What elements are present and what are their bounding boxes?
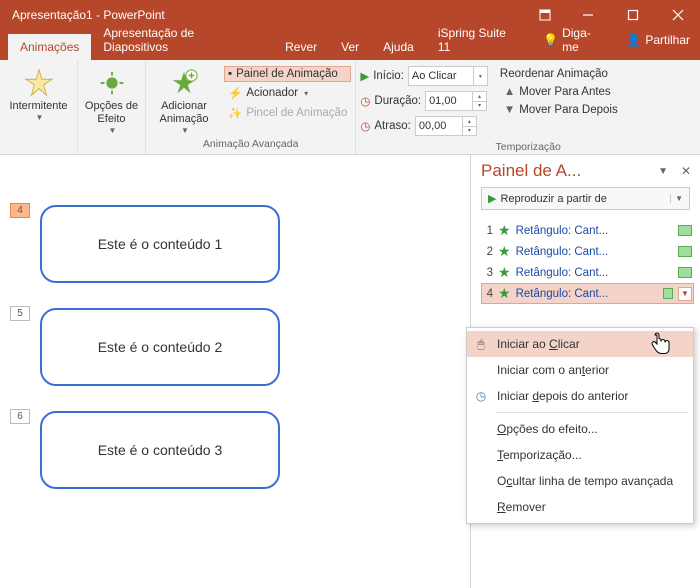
pane-menu[interactable]: ▼ <box>658 166 668 177</box>
content-box-1[interactable]: Este é o conteúdo 1 <box>40 205 280 283</box>
tab-ajuda[interactable]: Ajuda <box>371 34 426 60</box>
animation-item[interactable]: 2 ★ Retângulo: Cant... <box>481 241 694 262</box>
tab-ver[interactable]: Ver <box>329 34 371 60</box>
duration-label: Duração: <box>374 95 421 107</box>
effect-intermitente[interactable]: Intermitente ▼ <box>5 62 73 123</box>
animation-list: 1 ★ Retângulo: Cant... 2 ★ Retângulo: Ca… <box>477 220 694 304</box>
menu-hide-timeline[interactable]: Ocultar linha de tempo avançada <box>467 468 693 494</box>
move-before[interactable]: ▲ Mover Para Antes <box>500 84 622 100</box>
start-dropdown[interactable]: Ao Clicar ▾ <box>408 66 488 86</box>
star-icon: ★ <box>498 264 511 281</box>
animation-pane-button[interactable]: ▪ Painel de Animação <box>224 66 351 82</box>
bulb-icon: 💡 <box>543 33 558 47</box>
animation-item[interactable]: 1 ★ Retângulo: Cant... <box>481 220 694 241</box>
item-dropdown[interactable]: ▼ <box>678 287 692 301</box>
clock-icon: ◷ <box>360 119 370 133</box>
slide-canvas[interactable]: 4 Este é o conteúdo 1 5 Este é o conteúd… <box>0 155 470 588</box>
menu-separator <box>495 412 689 413</box>
chevron-down-icon: ▾ <box>304 89 308 98</box>
clock-icon: ◷ <box>360 94 370 108</box>
star-icon: ★ <box>498 285 511 302</box>
animation-order-badge[interactable]: 5 <box>10 306 30 321</box>
star-icon: ★ <box>498 243 511 260</box>
share-button[interactable]: 👤 Partilhar <box>616 20 700 60</box>
close-pane-button[interactable]: ✕ <box>678 164 694 178</box>
tab-animacoes[interactable]: Animações <box>8 34 91 60</box>
duration-bar <box>663 288 673 299</box>
star-icon <box>24 66 54 100</box>
content-box-2[interactable]: Este é o conteúdo 2 <box>40 308 280 386</box>
play-from-button[interactable]: ▶ Reproduzir a partir de ▼ <box>481 187 690 210</box>
context-menu: 🖱 Iniciar ao Clicar Iniciar com o anteri… <box>466 327 694 524</box>
delay-label: Atraso: <box>374 120 410 132</box>
chevron-down-icon[interactable]: ▼ <box>670 194 683 203</box>
add-animation-icon <box>169 66 199 100</box>
clock-icon: ◷ <box>473 389 489 403</box>
trigger-icon: ⚡ <box>228 86 242 100</box>
move-after[interactable]: ▼ Mover Para Depois <box>500 102 622 118</box>
mouse-icon: 🖱 <box>473 337 489 352</box>
star-icon: ★ <box>498 222 511 239</box>
tab-apresentacao[interactable]: Apresentação de Diapositivos <box>91 20 273 60</box>
share-icon: 👤 <box>626 33 641 47</box>
menu-timing[interactable]: Temporização... <box>467 442 693 468</box>
tab-rever[interactable]: Rever <box>273 34 329 60</box>
tell-me[interactable]: 💡 Diga-me <box>533 20 616 60</box>
duration-input[interactable]: 01,00 ▴▾ <box>425 91 487 111</box>
menu-start-after-previous[interactable]: ◷ Iniciar depois do anterior <box>467 383 693 409</box>
animation-item[interactable]: 3 ★ Retângulo: Cant... <box>481 262 694 283</box>
chevron-down-icon: ▼ <box>181 126 189 136</box>
animation-order-badge[interactable]: 4 <box>10 203 30 218</box>
menu-start-on-click[interactable]: 🖱 Iniciar ao Clicar <box>467 331 693 357</box>
delay-input[interactable]: 00,00 ▴▾ <box>415 116 477 136</box>
play-icon: ▶ <box>360 69 369 83</box>
up-icon: ▲ <box>504 86 515 98</box>
menu-remove[interactable]: Remover <box>467 494 693 520</box>
ribbon-tabs: Animações Apresentação de Diapositivos R… <box>0 30 700 60</box>
content-box-3[interactable]: Este é o conteúdo 3 <box>40 411 280 489</box>
duration-bar <box>678 246 692 257</box>
group-timing: Temporização <box>360 139 696 156</box>
tab-ispring[interactable]: iSpring Suite 11 <box>426 20 533 60</box>
effect-options[interactable]: Opções de Efeito ▼ <box>82 62 141 136</box>
ribbon-body: Intermitente ▼ Opções de Efeito ▼ <box>0 60 700 155</box>
painter-icon: ✨ <box>228 106 242 120</box>
duration-bar <box>678 225 692 236</box>
pane-title: Painel de A... <box>481 161 658 181</box>
start-label: Início: <box>373 70 404 82</box>
pane-icon: ▪ <box>228 68 232 80</box>
group-advanced-animation: Animação Avançada <box>150 136 351 153</box>
menu-effect-options[interactable]: Opções do efeito... <box>467 416 693 442</box>
add-animation[interactable]: Adicionar Animação ▼ <box>150 62 218 136</box>
reorder-label: Reordenar Animação <box>500 66 622 82</box>
chevron-down-icon: ▼ <box>109 126 117 136</box>
effect-options-icon <box>97 66 127 100</box>
down-icon: ▼ <box>504 104 515 116</box>
animation-item-selected[interactable]: 4 ★ Retângulo: Cant... ▼ <box>481 283 694 304</box>
animation-order-badge[interactable]: 6 <box>10 409 30 424</box>
animation-painter[interactable]: ✨ Pincel de Animação <box>224 104 351 122</box>
chevron-down-icon: ▼ <box>36 113 44 123</box>
menu-start-with-previous[interactable]: Iniciar com o anterior <box>467 357 693 383</box>
play-icon: ▶ <box>488 192 496 205</box>
trigger-button[interactable]: ⚡ Acionador ▾ <box>224 84 351 102</box>
duration-bar <box>678 267 692 278</box>
